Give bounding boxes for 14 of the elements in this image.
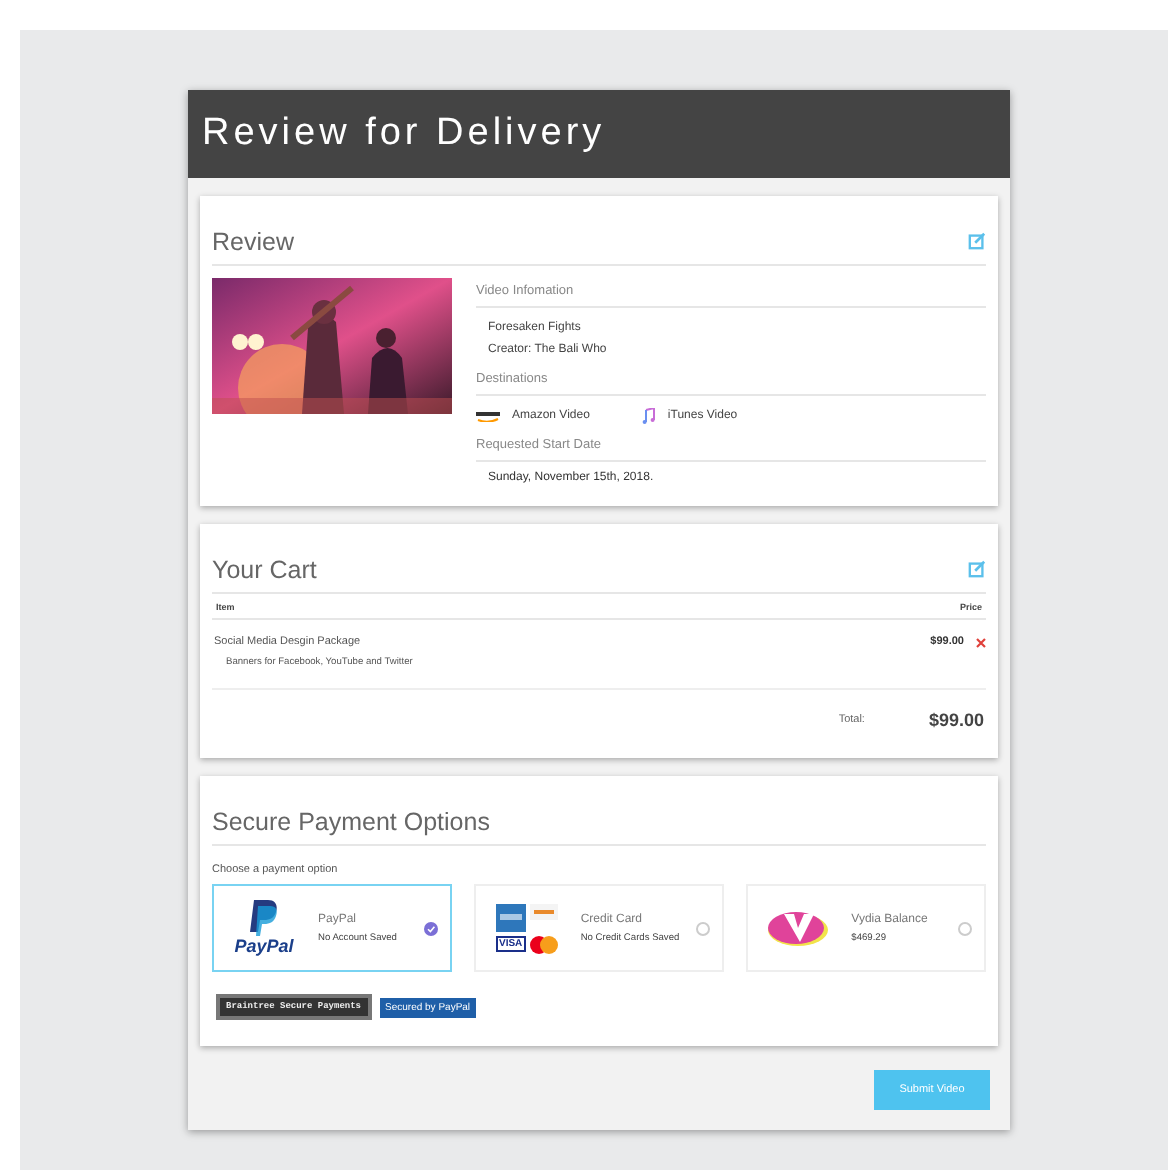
total-price: $99.00 bbox=[928, 710, 984, 730]
radio-button[interactable] bbox=[695, 921, 710, 935]
section-title: Your Cart bbox=[212, 556, 317, 584]
music-note-icon bbox=[641, 408, 656, 424]
checked-radio[interactable] bbox=[424, 921, 439, 935]
page-title: Review for Delivery bbox=[202, 112, 606, 156]
paypal-logo: PayPal bbox=[226, 894, 302, 962]
section-title: Review bbox=[212, 228, 294, 256]
edit-icon[interactable] bbox=[968, 232, 986, 250]
edit-icon[interactable] bbox=[968, 560, 986, 578]
remove-icon[interactable] bbox=[976, 638, 986, 648]
amazon-logo bbox=[476, 411, 500, 421]
radio-button[interactable] bbox=[958, 921, 973, 935]
section-title: Secure Payment Options bbox=[212, 808, 490, 836]
